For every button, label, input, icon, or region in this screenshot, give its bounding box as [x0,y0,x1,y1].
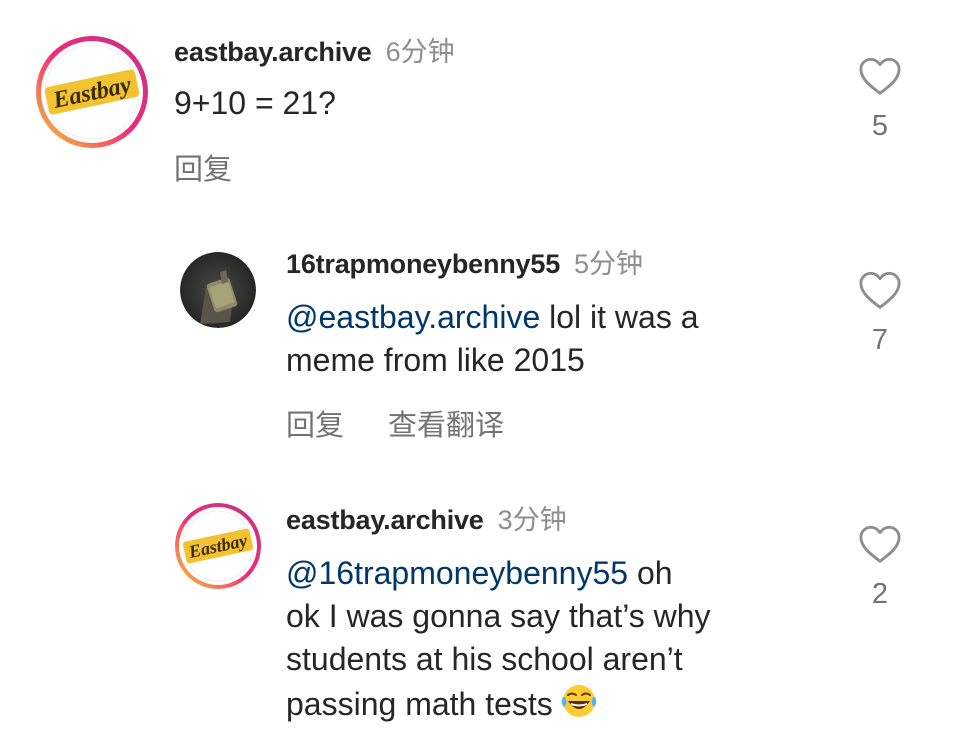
like-group: 2 [850,524,910,611]
comment-text: 9+10 = 21? [174,82,336,125]
avatar[interactable]: Eastbay [174,502,262,590]
like-count: 7 [871,324,889,356]
comment-body-line: ok I was gonna say that’s why [286,598,711,634]
avatar[interactable]: Eastbay [34,34,150,150]
timestamp: 3分钟 [497,505,567,535]
username[interactable]: eastbay.archive [286,505,484,535]
comment-1: Eastbay eastbay.archive 6分钟 9+10 = 21? 回复… [0,0,960,200]
timestamp: 5分钟 [574,249,644,279]
heart-icon[interactable] [850,270,910,310]
like-group: 7 [850,270,910,357]
mention-link[interactable]: @eastbay.archive [286,299,540,335]
comment-body: 9+10 = 21? [174,85,336,121]
heart-icon[interactable] [850,524,910,564]
username[interactable]: 16trapmoneybenny55 [286,249,560,279]
heart-icon[interactable] [850,56,910,96]
comment-2: 16trapmoneybenny55 5分钟 @eastbay.archive l… [0,230,960,470]
laughing-tears-emoji-icon [559,681,599,732]
mention-link[interactable]: @16trapmoneybenny55 [286,555,628,591]
see-translation-button[interactable]: 查看翻译 [388,410,504,442]
reply-button[interactable]: 回复 [286,410,344,442]
comment-text: @16trapmoneybenny55 oh ok I was gonna sa… [286,552,711,732]
comment-body-line: passing math tests [286,686,553,722]
timestamp: 6分钟 [385,37,455,67]
comment-body-line: students at his school aren’t [286,641,683,677]
comment-body-line: lol it was a [540,299,699,335]
username[interactable]: eastbay.archive [174,37,372,67]
comment-body-line: meme from like 2015 [286,342,585,378]
like-count: 2 [871,578,889,610]
comment-3: Eastbay eastbay.archive 3分钟 @16trapmoneyb… [0,486,960,739]
comment-body-line: oh [628,555,673,591]
comment-text: @eastbay.archive lol it was a meme from … [286,296,699,382]
avatar[interactable] [180,252,256,328]
like-group: 5 [850,56,910,143]
reply-button[interactable]: 回复 [174,154,232,186]
like-count: 5 [871,110,889,142]
